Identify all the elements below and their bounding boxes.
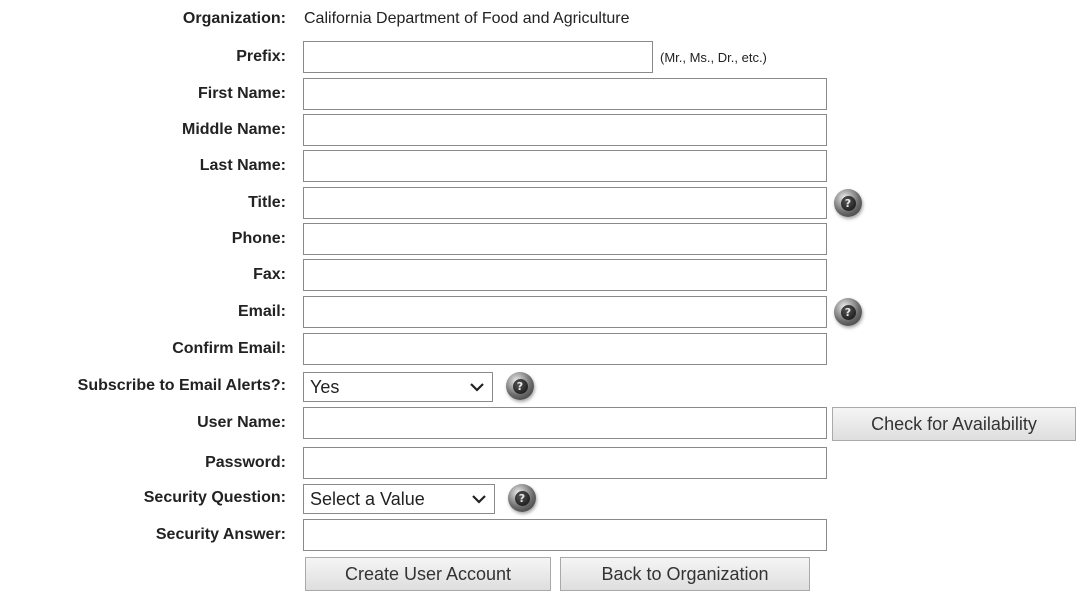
user-name-row: User Name: Check for Availability <box>0 406 1076 441</box>
title-field[interactable] <box>303 187 827 219</box>
confirm-email-field[interactable] <box>303 333 827 365</box>
help-icon[interactable]: ? <box>834 189 862 217</box>
email-row: Email: ? <box>0 295 1076 329</box>
create-user-account-button[interactable]: Create User Account <box>305 557 551 591</box>
organization-label: Organization: <box>182 10 286 27</box>
middle-name-field[interactable] <box>303 114 827 146</box>
password-field[interactable] <box>303 447 827 479</box>
chevron-down-icon <box>472 495 486 504</box>
security-answer-row: Security Answer: <box>0 518 1076 552</box>
help-icon[interactable]: ? <box>834 298 862 326</box>
security-question-row: Security Question: Select a Value ? <box>0 481 1076 515</box>
confirm-email-label: Confirm Email: <box>172 340 286 357</box>
last-name-row: Last Name: <box>0 149 1076 183</box>
user-name-label: User Name: <box>197 414 286 431</box>
actions-row: Create User Account Back to Organization <box>0 557 1076 591</box>
user-name-field[interactable] <box>303 407 827 439</box>
phone-row: Phone: <box>0 222 1076 256</box>
title-row: Title: ? <box>0 186 1076 220</box>
help-icon[interactable]: ? <box>508 484 536 512</box>
subscribe-label: Subscribe to Email Alerts?: <box>77 377 286 394</box>
security-question-select[interactable]: Select a Value <box>303 484 495 514</box>
prefix-row: Prefix: (Mr., Ms., Dr., etc.) <box>0 40 1076 74</box>
title-label: Title: <box>248 194 286 211</box>
phone-label: Phone: <box>231 230 286 247</box>
email-field[interactable] <box>303 296 827 328</box>
fax-field[interactable] <box>303 259 827 291</box>
security-question-label: Security Question: <box>143 489 286 506</box>
security-answer-label: Security Answer: <box>155 526 286 543</box>
middle-name-row: Middle Name: <box>0 113 1076 147</box>
organization-value: California Department of Food and Agricu… <box>304 10 630 27</box>
confirm-email-row: Confirm Email: <box>0 332 1076 366</box>
help-icon[interactable]: ? <box>506 372 534 400</box>
subscribe-select[interactable]: Yes <box>303 372 493 402</box>
prefix-label: Prefix: <box>236 48 286 65</box>
last-name-field[interactable] <box>303 150 827 182</box>
phone-field[interactable] <box>303 223 827 255</box>
organization-row: Organization: California Department of F… <box>0 2 1076 36</box>
fax-label: Fax: <box>253 266 286 283</box>
last-name-label: Last Name: <box>199 157 286 174</box>
security-question-selected-value: Select a Value <box>310 488 425 509</box>
first-name-field[interactable] <box>303 78 827 110</box>
subscribe-row: Subscribe to Email Alerts?: Yes ? <box>0 369 1076 403</box>
chevron-down-icon <box>470 383 484 392</box>
prefix-hint: (Mr., Ms., Dr., etc.) <box>660 50 767 65</box>
user-registration-form: Organization: California Department of F… <box>0 0 1076 591</box>
security-answer-field[interactable] <box>303 519 827 551</box>
fax-row: Fax: <box>0 258 1076 292</box>
password-row: Password: <box>0 446 1076 480</box>
first-name-row: First Name: <box>0 77 1076 111</box>
middle-name-label: Middle Name: <box>181 121 286 138</box>
back-to-organization-button[interactable]: Back to Organization <box>560 557 810 591</box>
first-name-label: First Name: <box>197 85 286 102</box>
check-availability-button[interactable]: Check for Availability <box>832 407 1076 441</box>
prefix-field[interactable] <box>303 41 653 73</box>
email-label: Email: <box>237 303 286 320</box>
subscribe-selected-value: Yes <box>310 376 340 397</box>
password-label: Password: <box>205 454 286 471</box>
